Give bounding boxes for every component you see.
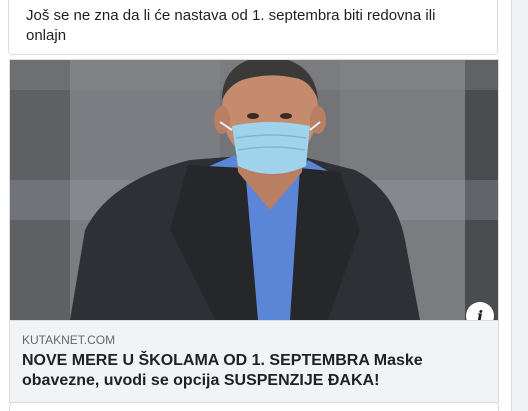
link-preview-card[interactable]: i KUTAKNET.COM NOVE MERE U ŠKOLAMA OD 1.… — [9, 59, 499, 403]
link-domain: KUTAKNET.COM — [22, 333, 116, 347]
link-title[interactable]: NOVE MERE U ŠKOLAMA OD 1. SEPTEMBRA Mask… — [22, 351, 472, 391]
link-preview-image[interactable] — [10, 60, 498, 320]
link-preview-meta[interactable]: KUTAKNET.COM NOVE MERE U ŠKOLAMA OD 1. S… — [10, 320, 498, 402]
post-text-container: Još se ne zna da li će nastava od 1. sep… — [8, 0, 498, 55]
post-text: Još se ne zna da li će nastava od 1. sep… — [26, 7, 436, 44]
next-post-edge — [9, 402, 499, 411]
post-card: Još se ne zna da li će nastava od 1. sep… — [0, 0, 512, 411]
man-in-mask-image — [10, 60, 498, 320]
